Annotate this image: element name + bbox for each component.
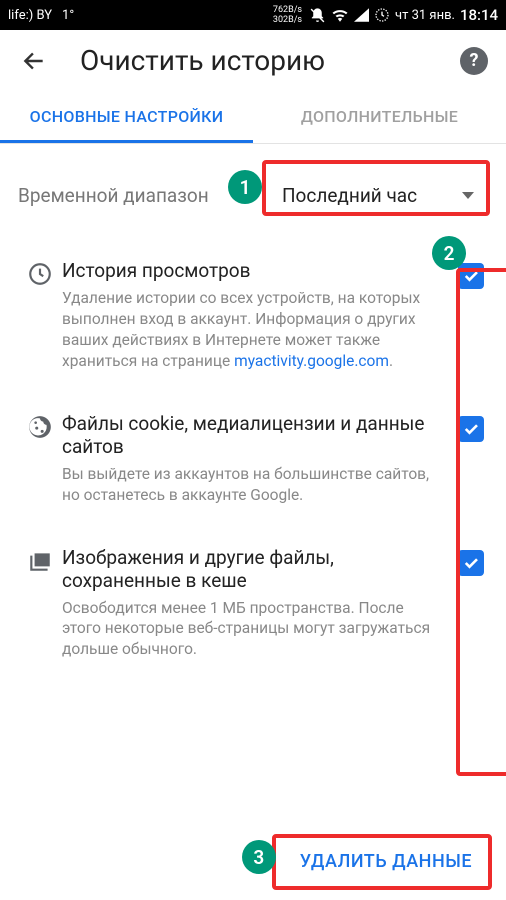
annotation-badge-1: 1 (228, 170, 262, 204)
option-cookies-title: Файлы cookie, медиалицензии и данные сай… (62, 412, 446, 458)
history-icon (18, 261, 62, 287)
page-title: Очистить историю (80, 44, 325, 77)
temperature-label: 1° (62, 8, 74, 23)
signal-icon (354, 8, 369, 22)
date-label: чт 31 янв. (395, 8, 455, 23)
option-cache-desc: Освободится менее 1 МБ пространства. Пос… (62, 598, 446, 661)
option-cookies: Файлы cookie, медиалицензии и данные сай… (18, 392, 488, 526)
footer-actions: 3 УДАЛИТЬ ДАННЫЕ (284, 837, 488, 886)
time-range-value: Последний час (282, 184, 417, 207)
option-history: История просмотров Удаление истории со в… (18, 239, 488, 392)
help-button[interactable]: ? (460, 47, 488, 75)
option-cache-title: Изображения и другие файлы, сохраненные … (62, 546, 446, 592)
time-range-select[interactable]: Последний час (268, 174, 488, 217)
chevron-down-icon (462, 192, 474, 199)
sync-icon (374, 7, 390, 23)
option-cookies-checkbox[interactable] (458, 416, 484, 442)
option-history-title: История просмотров (62, 259, 446, 282)
cookie-icon (18, 414, 62, 440)
option-history-desc: Удаление истории со всех устройств, на к… (62, 288, 446, 372)
network-speed: 762B/s 302B/s (273, 5, 302, 25)
app-header: Очистить историю ? (0, 30, 506, 91)
carrier-label: life:) BY (8, 8, 52, 23)
option-history-checkbox[interactable] (458, 263, 484, 289)
time-label: 18:14 (460, 6, 498, 24)
option-cache-checkbox[interactable] (458, 550, 484, 576)
annotation-badge-2: 2 (432, 236, 466, 270)
wifi-icon (331, 8, 349, 22)
tabs-bar: ОСНОВНЫЕ НАСТРОЙКИ ДОПОЛНИТЕЛЬНЫЕ (0, 91, 506, 144)
back-button[interactable] (18, 45, 50, 77)
option-cache: Изображения и другие файлы, сохраненные … (18, 526, 488, 681)
myactivity-link[interactable]: myactivity.google.com (234, 352, 389, 370)
option-cookies-desc: Вы выйдете из аккаунтов на большинстве с… (62, 464, 446, 506)
time-range-label: Временной диапазон (18, 184, 209, 207)
dnd-icon (309, 7, 326, 24)
image-icon (18, 548, 62, 574)
status-bar: life:) BY 1° 762B/s 302B/s чт 31 янв. 18… (0, 0, 506, 30)
annotation-badge-3: 3 (242, 840, 276, 874)
tab-advanced[interactable]: ДОПОЛНИТЕЛЬНЫЕ (253, 91, 506, 143)
tab-basic[interactable]: ОСНОВНЫЕ НАСТРОЙКИ (0, 91, 253, 143)
delete-data-button[interactable]: УДАЛИТЬ ДАННЫЕ (284, 837, 488, 886)
